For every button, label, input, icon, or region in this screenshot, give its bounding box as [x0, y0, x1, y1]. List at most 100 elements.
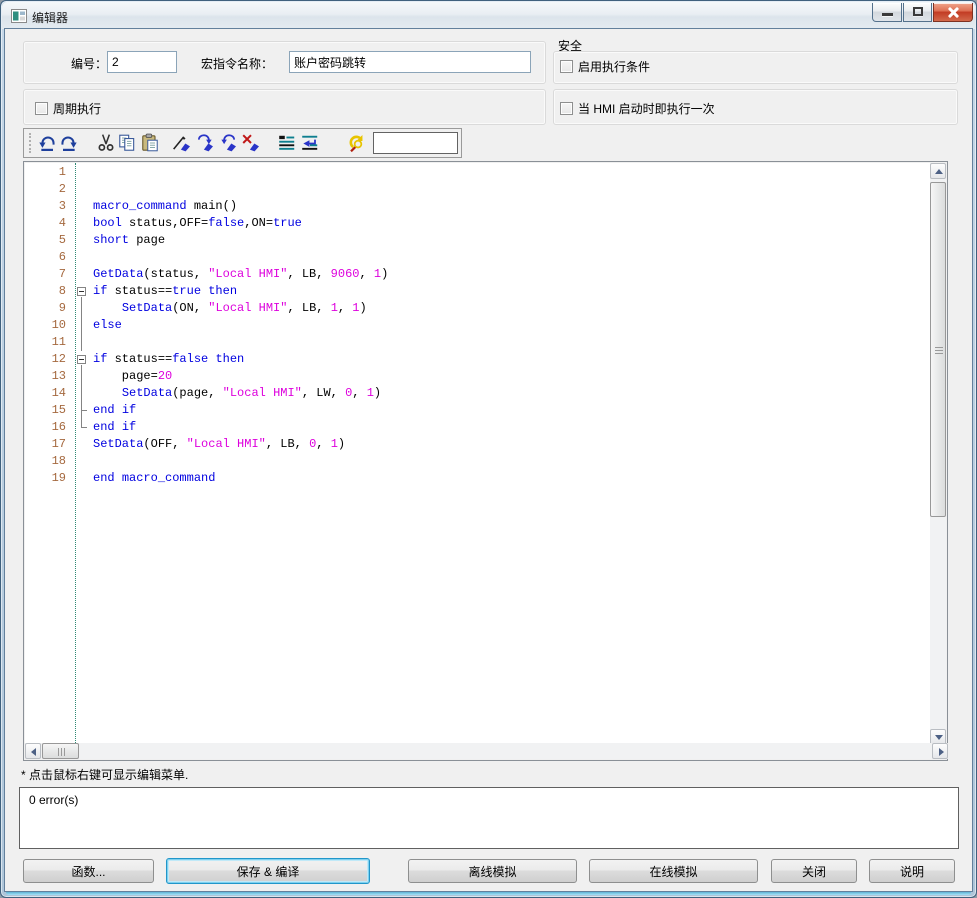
- line-number: 2: [25, 181, 71, 198]
- save-compile-button[interactable]: 保存 & 编译: [166, 858, 370, 884]
- app-icon: [11, 9, 27, 23]
- code-line: 19 end macro_command: [25, 470, 931, 487]
- macro-id-field[interactable]: [107, 51, 177, 73]
- fold-column: [71, 385, 93, 402]
- enable-condition-row: 启用执行条件: [560, 58, 650, 75]
- fold-column: [71, 249, 93, 266]
- code-text: macro_command main(): [93, 198, 931, 215]
- next-bookmark-button[interactable]: [195, 133, 215, 153]
- startup-exec-checkbox[interactable]: [560, 102, 573, 115]
- maximize-button[interactable]: [903, 3, 932, 22]
- code-text: short page: [93, 232, 931, 249]
- find-replace-button[interactable]: [346, 133, 366, 153]
- code-text: bool status,OFF=false,ON=true: [93, 215, 931, 232]
- enable-condition-checkbox[interactable]: [560, 60, 573, 73]
- code-line: 4 bool status,OFF=false,ON=true: [25, 215, 931, 232]
- code-text: end if: [93, 402, 931, 419]
- code-area[interactable]: 123macro_command main()4bool status,OFF=…: [25, 163, 931, 745]
- code-line: 6: [25, 249, 931, 266]
- fold-column: [71, 266, 93, 283]
- offline-sim-button[interactable]: 离线模拟: [408, 859, 577, 883]
- undo-button[interactable]: [38, 133, 58, 153]
- code-text: SetData(page, "Local HMI", LW, 0, 1): [93, 385, 931, 402]
- periodic-exec-label: 周期执行: [53, 100, 101, 117]
- fold-column: [71, 368, 93, 385]
- close-button[interactable]: 关闭: [771, 859, 857, 883]
- line-number: 5: [25, 232, 71, 249]
- line-number: 13: [25, 368, 71, 385]
- editor-window: 编辑器 编号： 宏指令名称： 安全 启用执行条件 周期执行 当 HMI 启动时即…: [0, 0, 977, 898]
- code-text: else: [93, 317, 931, 334]
- fold-column: [71, 317, 93, 334]
- code-line: 11: [25, 334, 931, 351]
- cut-button[interactable]: [96, 133, 116, 153]
- fold-column: [71, 300, 93, 317]
- editor-toolbar: [23, 128, 462, 158]
- error-output: 0 error(s): [19, 787, 959, 849]
- outdent-button[interactable]: [300, 133, 320, 153]
- help-button[interactable]: 说明: [869, 859, 955, 883]
- toolbar-grip[interactable]: [29, 133, 32, 153]
- fold-column: [71, 436, 93, 453]
- line-number: 14: [25, 385, 71, 402]
- window-title: 编辑器: [32, 9, 68, 26]
- code-line: 3 macro_command main(): [25, 198, 931, 215]
- fold-column: [71, 283, 93, 300]
- titlebar[interactable]: 编辑器: [2, 2, 975, 29]
- clear-bookmarks-button[interactable]: [241, 133, 261, 153]
- client-area: 编号： 宏指令名称： 安全 启用执行条件 周期执行 当 HMI 启动时即执行一次: [5, 29, 972, 891]
- fold-toggle[interactable]: [77, 287, 86, 296]
- horizontal-scrollbar[interactable]: [25, 743, 948, 759]
- horizontal-scroll-thumb[interactable]: [42, 743, 79, 759]
- line-number: 19: [25, 470, 71, 487]
- code-text: if status==false then: [93, 351, 931, 368]
- code-editor: 123macro_command main()4bool status,OFF=…: [23, 161, 948, 761]
- line-number: 4: [25, 215, 71, 232]
- copy-button[interactable]: [117, 133, 137, 153]
- previous-bookmark-icon: [218, 133, 238, 153]
- scroll-right-button[interactable]: [932, 743, 948, 759]
- fold-column: [71, 470, 93, 487]
- fold-column: [71, 402, 93, 419]
- macro-id-label: 编号：: [71, 55, 107, 72]
- code-line: 15end if: [25, 402, 931, 419]
- fold-column: [71, 164, 93, 181]
- redo-button[interactable]: [58, 133, 78, 153]
- code-text: page=20: [93, 368, 931, 385]
- find-replace-icon: [346, 133, 366, 153]
- scroll-left-button[interactable]: [25, 743, 41, 759]
- line-number: 8: [25, 283, 71, 300]
- code-text: end if: [93, 419, 931, 436]
- code-line: 2: [25, 181, 931, 198]
- code-text: SetData(OFF, "Local HMI", LB, 0, 1): [93, 436, 931, 453]
- undo-icon: [38, 133, 58, 153]
- macro-name-field[interactable]: [289, 51, 531, 73]
- goto-line-button[interactable]: [277, 133, 297, 153]
- code-text: end macro_command: [93, 470, 931, 487]
- redo-icon: [58, 133, 78, 153]
- fold-toggle[interactable]: [77, 355, 86, 364]
- functions-button[interactable]: 函数...: [23, 859, 154, 883]
- fold-column: [71, 419, 93, 436]
- line-number: 1: [25, 164, 71, 181]
- search-input[interactable]: [373, 132, 458, 154]
- outdent-icon: [300, 133, 320, 153]
- code-lines: 123macro_command main()4bool status,OFF=…: [25, 164, 931, 487]
- online-sim-button[interactable]: 在线模拟: [589, 859, 758, 883]
- code-line: 7GetData(status, "Local HMI", LB, 9060, …: [25, 266, 931, 283]
- line-number: 3: [25, 198, 71, 215]
- minimize-button[interactable]: [872, 3, 902, 22]
- previous-bookmark-button[interactable]: [218, 133, 238, 153]
- scroll-up-button[interactable]: [930, 163, 946, 179]
- close-window-button[interactable]: [933, 3, 973, 22]
- paste-button[interactable]: [140, 133, 160, 153]
- toggle-bookmark-button[interactable]: [172, 133, 192, 153]
- periodic-exec-checkbox[interactable]: [35, 102, 48, 115]
- code-line: 16end if: [25, 419, 931, 436]
- vertical-scrollbar[interactable]: [930, 163, 946, 745]
- fold-column: [71, 181, 93, 198]
- code-text: [93, 249, 931, 266]
- code-line: 14 SetData(page, "Local HMI", LW, 0, 1): [25, 385, 931, 402]
- line-number: 12: [25, 351, 71, 368]
- vertical-scroll-thumb[interactable]: [930, 182, 946, 517]
